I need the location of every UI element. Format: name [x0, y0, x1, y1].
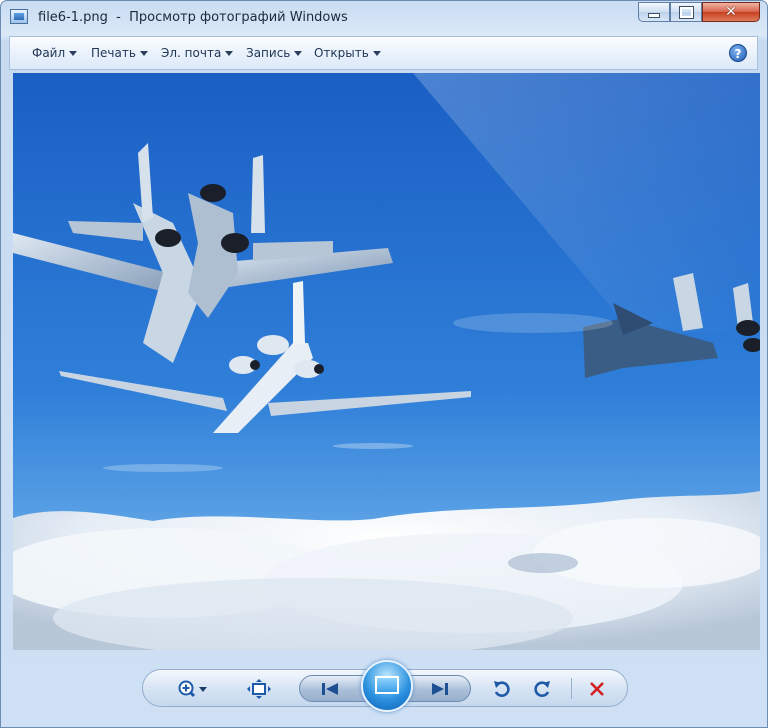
slideshow-button[interactable]	[361, 660, 413, 712]
title-bar[interactable]: file6-1.png - Просмотр фотографий Window…	[1, 1, 767, 35]
rotate-clockwise-button[interactable]	[528, 677, 556, 701]
photo-aircraft-over-clouds	[13, 73, 760, 650]
navigation-toolbar	[142, 660, 628, 712]
next-button[interactable]	[422, 678, 458, 699]
menu-email[interactable]: Эл. почта	[161, 46, 234, 60]
menu-open[interactable]: Открыть	[314, 46, 381, 60]
chevron-down-icon	[139, 51, 148, 56]
menu-print[interactable]: Печать	[91, 46, 148, 60]
chevron-down-icon	[372, 51, 381, 56]
maximize-icon	[678, 5, 694, 19]
actual-size-icon	[247, 679, 271, 699]
menu-burn[interactable]: Запись	[246, 46, 303, 60]
close-icon: ✕	[725, 4, 737, 20]
toolbar-separator	[571, 678, 572, 699]
next-icon	[432, 682, 448, 695]
menu-file[interactable]: Файл	[32, 46, 78, 60]
window-title: file6-1.png - Просмотр фотографий Window…	[38, 10, 348, 25]
displayed-photo	[13, 73, 760, 650]
maximize-button[interactable]	[670, 2, 702, 22]
menu-bar: Файл Печать Эл. почта Запись Открыть ?	[9, 36, 758, 70]
delete-button[interactable]	[583, 677, 611, 701]
photo-viewer-app-icon[interactable]	[10, 9, 28, 24]
previous-icon	[322, 682, 338, 695]
chevron-down-icon	[294, 51, 303, 56]
rotate-counterclockwise-button[interactable]	[488, 677, 516, 701]
rotate-cw-icon	[534, 681, 550, 697]
chevron-down-icon	[69, 51, 78, 56]
close-button[interactable]: ✕	[702, 2, 760, 22]
rotate-ccw-icon	[494, 681, 510, 697]
help-icon[interactable]: ?	[729, 44, 747, 62]
delete-icon	[590, 682, 604, 696]
minimize-icon	[648, 12, 660, 18]
zoom-icon	[178, 680, 207, 698]
previous-button[interactable]	[312, 678, 348, 699]
actual-size-button[interactable]	[243, 677, 275, 701]
minimize-button[interactable]	[638, 2, 670, 22]
chevron-down-icon	[225, 51, 234, 56]
photo-viewer-window: file6-1.png - Просмотр фотографий Window…	[0, 0, 768, 728]
zoom-button[interactable]	[173, 677, 213, 701]
slideshow-icon	[375, 676, 399, 694]
